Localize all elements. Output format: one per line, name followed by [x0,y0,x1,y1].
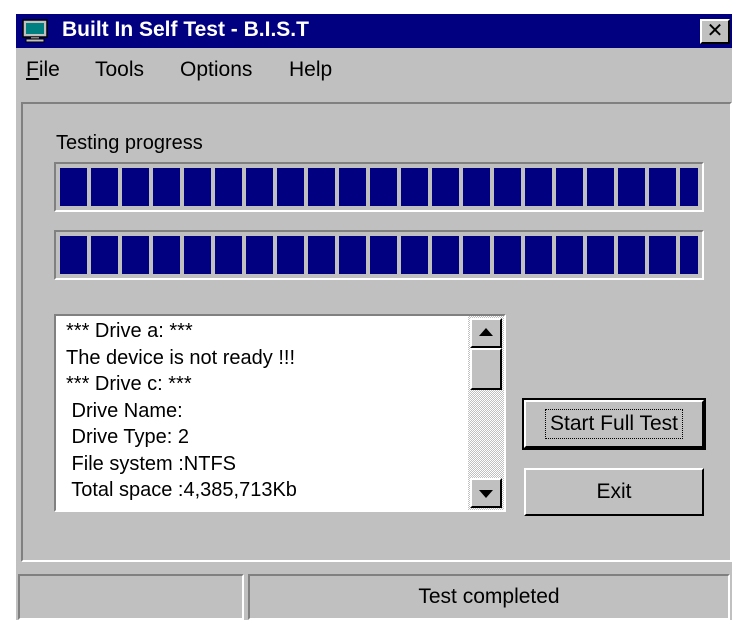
log-line: Drive Name: [66,399,183,422]
scroll-up-arrow-icon [479,328,493,336]
menu-options[interactable]: Options [180,58,252,82]
exit-label: Exit [596,480,632,503]
menu-file-mnemonic: F [26,58,39,81]
progress-bar-1 [54,162,704,212]
log-line: *** Drive a: *** [66,320,193,342]
title-bar[interactable]: Built In Self Test - B.I.S.T ✕ [16,14,732,48]
close-button[interactable]: ✕ [700,19,730,44]
scroll-thumb[interactable] [470,348,502,390]
log-line: Drive Type: 2 [66,426,190,448]
start-full-test-label: Start Full Test [545,409,683,439]
status-pane-left [18,574,244,620]
scroll-up-button[interactable] [470,318,502,348]
scroll-down-arrow-icon [479,490,493,498]
app-window: Built In Self Test - B.I.S.T ✕ File Tool… [14,12,732,620]
window-title: Built In Self Test - B.I.S.T [62,18,309,41]
status-message: Test completed [248,574,730,620]
log-scrollbar[interactable] [468,316,504,510]
log-line: The device is not ready !!! [66,346,296,369]
test-log-box[interactable]: *** Drive a: *** The device is not ready… [54,314,506,512]
log-line: File system :NTFS [66,452,237,475]
log-line: *** Drive c: *** [66,373,192,395]
test-log-lines: *** Drive a: *** The device is not ready… [58,318,466,508]
progress-bar-2 [54,230,704,280]
menu-file[interactable]: File [26,58,60,82]
close-icon: ✕ [706,20,724,42]
scroll-down-button[interactable] [470,478,502,508]
start-full-test-button[interactable]: Start Full Test [522,398,706,450]
menu-bar: File Tools Options Help [16,50,732,86]
menu-file-label: ile [38,58,60,81]
computer-monitor-icon [22,19,48,43]
progress-bar-2-fill [60,236,698,274]
menu-help[interactable]: Help [289,58,332,82]
progress-bar-1-fill [60,168,698,206]
exit-button[interactable]: Exit [524,468,704,516]
menu-tools[interactable]: Tools [95,58,144,82]
status-bar: Test completed [16,574,732,622]
progress-label: Testing progress [56,132,203,154]
log-line: Total space :4,385,713Kb [66,479,297,501]
